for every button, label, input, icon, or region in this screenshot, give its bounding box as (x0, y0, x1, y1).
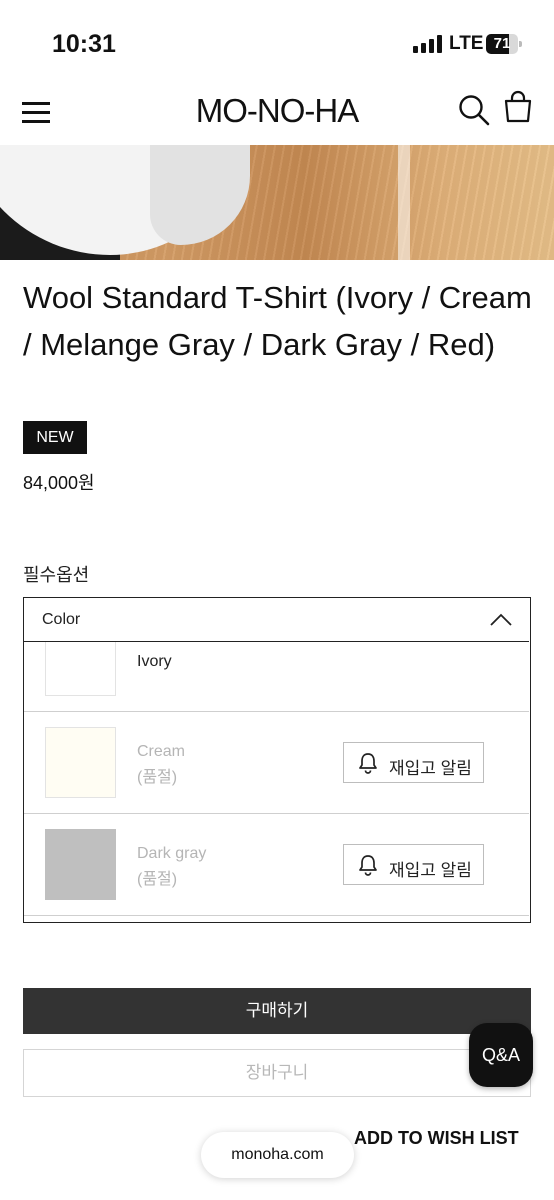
status-bar: 10:31 LTE 71 (0, 0, 554, 80)
color-swatch (45, 727, 116, 798)
option-name: Dark gray (137, 845, 207, 862)
add-to-wishlist-link[interactable]: ADD TO WISH LIST (354, 1128, 519, 1149)
color-option-cream[interactable]: Cream (품절) 재입고 알림 (24, 712, 529, 814)
buy-now-button[interactable]: 구매하기 (23, 988, 531, 1034)
color-dropdown[interactable]: Color Ivory Cream (품절) 재입고 알림 Dark gray … (23, 597, 531, 923)
option-name: Cream (137, 743, 186, 760)
network-type: LTE (449, 33, 484, 54)
shopping-bag-icon[interactable] (503, 90, 533, 124)
qa-button[interactable]: Q&A (469, 1023, 533, 1087)
search-icon[interactable] (458, 94, 490, 126)
chevron-up-icon[interactable] (490, 612, 512, 626)
product-title: Wool Standard T-Shirt (Ivory / Cream / M… (23, 280, 532, 362)
sold-out-label: (품절) (137, 769, 178, 786)
color-swatch (45, 829, 116, 900)
restock-alert-button[interactable]: 재입고 알림 (343, 742, 484, 783)
battery-percent: 71 (493, 35, 511, 52)
bell-icon (359, 753, 377, 774)
required-option-label: 필수옵션 (23, 565, 90, 585)
bell-icon (359, 855, 377, 876)
restock-alert-label: 재입고 알림 (389, 861, 472, 880)
add-to-cart-button[interactable]: 장바구니 (23, 1049, 531, 1097)
product-price: 84,000원 (23, 473, 95, 493)
color-option-list: Ivory Cream (품절) 재입고 알림 Dark gray (품절) 재… (24, 642, 529, 922)
restock-alert-button[interactable]: 재입고 알림 (343, 844, 484, 885)
site-header: MO-NO-HA (0, 80, 554, 145)
color-swatch (45, 642, 116, 696)
new-badge: NEW (23, 421, 87, 454)
color-dropdown-header[interactable]: Color (24, 598, 529, 642)
color-dropdown-label: Color (42, 611, 81, 628)
option-name: Ivory (137, 653, 172, 670)
status-time: 10:31 (52, 30, 116, 58)
restock-alert-label: 재입고 알림 (389, 759, 472, 778)
sold-out-label: (품절) (137, 871, 178, 888)
browser-url-bar[interactable]: monoha.com (201, 1132, 354, 1178)
product-image (0, 145, 554, 260)
color-option-ivory[interactable]: Ivory (24, 642, 529, 712)
signal-strength-icon (413, 35, 443, 53)
color-option-dark-gray[interactable]: Dark gray (품절) 재입고 알림 (24, 814, 529, 916)
battery-icon: 71 (486, 34, 522, 54)
